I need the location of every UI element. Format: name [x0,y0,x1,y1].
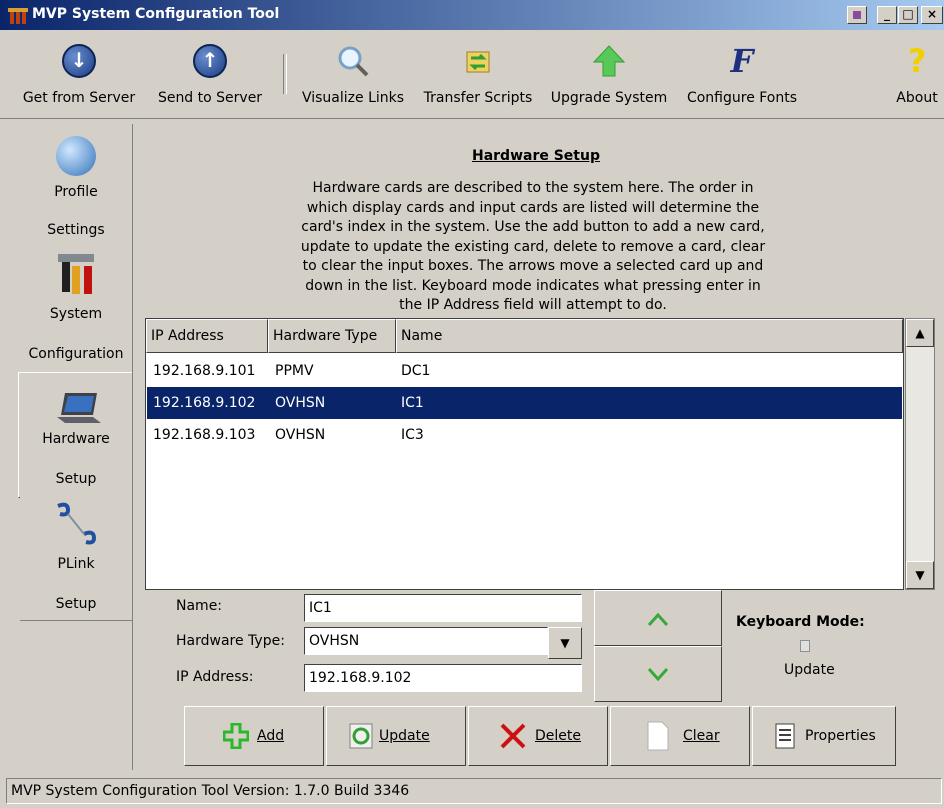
about-button[interactable]: ? About [892,30,942,116]
delete-x-icon [500,723,526,749]
hardware-type-label: Hardware Type: [176,633,285,649]
delete-button-label: Delete [535,728,581,744]
window-title: MVP System Configuration Tool [32,6,280,22]
column-header-name[interactable]: Name [396,319,903,353]
nav-hardware-setup[interactable]: Hardware Setup [18,372,133,498]
toolbar: ↓ Get from Server ↑ Send to Server Visua… [0,30,944,119]
ip-address-field[interactable]: 192.168.9.102 [304,664,582,692]
update-button-label: Update [379,728,430,744]
upgrade-arrow-icon [592,44,626,78]
send-to-server-button[interactable]: ↑ Send to Server [150,30,270,116]
table-row[interactable]: 192.168.9.102 OVHSN IC1 [147,387,902,419]
link-icon [54,500,98,548]
cell-type: OVHSN [275,427,326,443]
cell-name: IC1 [401,395,424,411]
nav-plink-line1: PLink [57,556,95,572]
help-question-icon: ? [907,42,927,80]
move-down-button[interactable] [594,646,722,702]
send-to-server-label: Send to Server [157,90,263,106]
cell-name: IC3 [401,427,424,443]
delete-button[interactable]: Delete [468,706,608,766]
page-title: Hardware Setup [471,148,600,164]
nav-profile-line1: Profile [54,184,98,200]
tools-icon [56,252,96,296]
add-button[interactable]: Add [184,706,324,766]
nav-hardware-line1: Hardware [42,431,110,447]
visualize-links-label: Visualize Links [301,90,405,106]
scroll-up-button[interactable]: ▲ [906,319,934,347]
keyboard-mode-icon [800,640,810,652]
properties-button-label: Properties [805,728,876,744]
table-row[interactable]: 192.168.9.101 PPMV DC1 [147,355,902,387]
ip-address-label: IP Address: [176,669,254,685]
document-lines-icon [775,723,795,749]
maximize-button[interactable]: □ [898,6,918,24]
arrow-up-circle-icon: ↑ [193,44,227,78]
cell-name: DC1 [401,363,431,379]
minimize-button[interactable]: _ [877,6,897,24]
nav-system-line1: System [49,306,103,322]
keyboard-mode-label: Keyboard Mode: [736,614,865,630]
blank-page-icon [647,721,669,751]
cell-type: OVHSN [275,395,326,411]
page-description: Hardware cards are described to the syst… [300,180,766,313]
list-scrollbar[interactable]: ▲ ▼ [905,318,935,590]
transfer-scripts-button[interactable]: Transfer Scripts [414,30,542,116]
cell-ip: 192.168.9.102 [153,395,256,411]
move-up-button[interactable] [594,590,722,646]
table-row[interactable]: 192.168.9.103 OVHSN IC3 [147,419,902,451]
column-header-type[interactable]: Hardware Type [268,319,396,353]
properties-button[interactable]: Properties [752,706,896,766]
get-from-server-label: Get from Server [22,90,136,106]
arrow-down-circle-icon: ↓ [62,44,96,78]
status-bar: MVP System Configuration Tool Version: 1… [6,778,942,804]
name-label: Name: [176,598,223,614]
clear-button[interactable]: Clear [610,706,750,766]
nav-plink-setup[interactable]: PLink Setup [20,496,133,621]
keyboard-mode-value: Update [784,662,835,678]
font-icon: F [730,42,754,80]
name-field[interactable]: IC1 [304,594,582,622]
nav-hardware-line2: Setup [55,471,97,487]
nav-plink-line2: Setup [55,596,97,612]
transfer-scripts-label: Transfer Scripts [423,90,533,106]
nav-system-configuration[interactable]: System Configuration [20,248,133,372]
magnifier-icon [336,44,370,78]
nav-profile-line2: Settings [47,222,105,238]
cell-ip: 192.168.9.103 [153,427,256,443]
scroll-down-button[interactable]: ▼ [906,561,934,589]
update-button[interactable]: Update [326,706,466,766]
refresh-icon [349,723,373,749]
clear-button-label: Clear [683,728,720,744]
cell-ip: 192.168.9.101 [153,363,256,379]
upgrade-system-button[interactable]: Upgrade System [544,30,674,116]
about-label: About [896,90,938,106]
configure-fonts-label: Configure Fonts [686,90,798,106]
restore-icon[interactable] [847,6,867,24]
app-icon [8,6,28,24]
chevron-down-icon: ▼ [560,636,570,650]
hardware-type-dropdown-button[interactable]: ▼ [548,627,582,659]
visualize-links-button[interactable]: Visualize Links [296,30,410,116]
add-button-label: Add [257,728,285,744]
globe-icon [56,136,96,176]
configure-fonts-button[interactable]: F Configure Fonts [680,30,804,116]
hardware-type-select[interactable]: OVHSN [304,627,548,655]
title-bar[interactable]: MVP System Configuration Tool _ □ × [0,0,944,30]
upgrade-system-label: Upgrade System [550,90,668,106]
hardware-list[interactable]: IP Address Hardware Type Name 192.168.9.… [145,318,904,590]
cell-type: PPMV [275,363,314,379]
move-up-arrow-icon [647,612,669,627]
nav-profile-settings[interactable]: Profile Settings [20,124,133,248]
column-header-ip[interactable]: IP Address [146,319,268,353]
plus-icon [223,723,249,749]
toolbar-separator [283,54,287,94]
laptop-icon [57,391,101,425]
nav-system-line2: Configuration [28,346,124,362]
move-down-arrow-icon [647,667,669,682]
get-from-server-button[interactable]: ↓ Get from Server [14,30,144,116]
close-button[interactable]: × [921,6,943,24]
transfer-scripts-icon [461,44,495,78]
